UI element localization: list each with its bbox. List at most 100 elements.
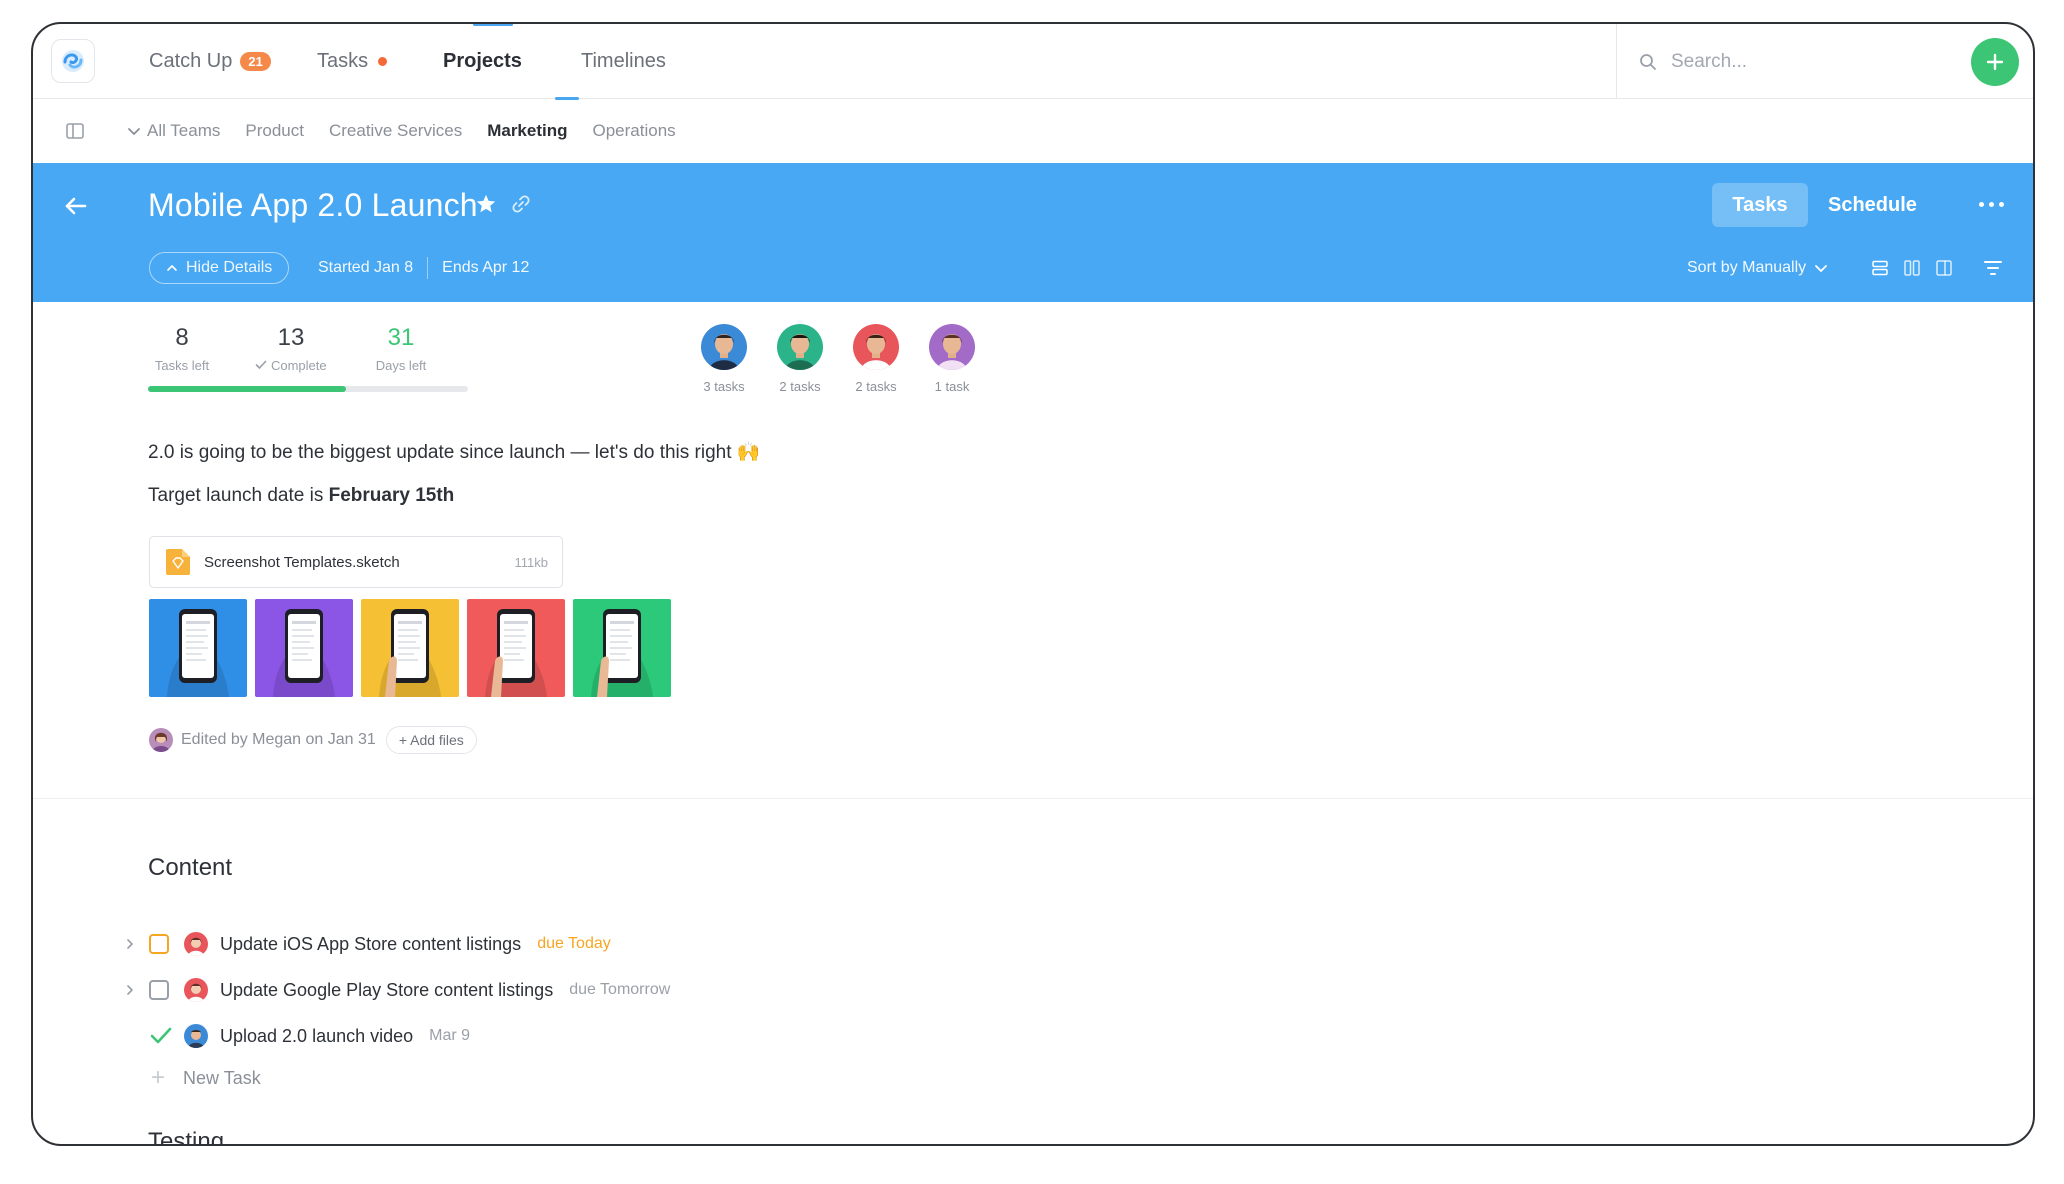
expand-chevron-icon[interactable] — [123, 983, 137, 997]
start-date: Started Jan 8 — [318, 259, 414, 276]
team-all-teams[interactable]: All Teams — [147, 121, 220, 141]
team-members: 3 tasks 2 tasks 2 tasks 1 task — [701, 324, 975, 394]
star-icon[interactable] — [475, 193, 497, 215]
date-separator — [427, 257, 429, 279]
chevron-down-icon — [1815, 265, 1828, 272]
tasks-left-value: 8 — [175, 324, 189, 351]
team-operations[interactable]: Operations — [593, 121, 676, 141]
member-task-count: 3 tasks — [703, 379, 745, 394]
tab-projects-label: Projects — [443, 50, 522, 72]
search-box[interactable]: Search... — [1616, 24, 1906, 99]
project-title: Mobile App 2.0 Launch — [148, 187, 478, 223]
sort-dropdown[interactable]: Sort by Manually — [1687, 252, 1828, 284]
task-checkbox[interactable] — [149, 980, 169, 1000]
tasks-left-label: Tasks left — [154, 358, 210, 373]
new-task-label: New Task — [183, 1067, 261, 1088]
team-filter-bar: All Teams Product Creative Services Mark… — [33, 99, 2033, 163]
complete-value: 13 — [277, 324, 305, 351]
task-row[interactable]: Upload 2.0 launch video Mar 9 — [123, 1016, 470, 1056]
board-view-icon[interactable] — [1903, 259, 1921, 277]
image-thumbnail[interactable] — [255, 599, 353, 697]
hide-details-label: Hide Details — [186, 259, 273, 276]
link-icon[interactable] — [511, 194, 531, 214]
attachment-size: 111kb — [514, 554, 549, 570]
list-view-icon[interactable] — [1871, 259, 1889, 277]
days-left-value: 31 — [387, 324, 415, 351]
target-date-prefix: Target launch date is — [148, 485, 329, 506]
progress-fill — [148, 386, 347, 392]
target-date: February 15th — [328, 485, 455, 506]
avatar — [929, 324, 975, 370]
team-creative-services[interactable]: Creative Services — [329, 121, 462, 141]
image-thumbnail[interactable] — [573, 599, 671, 697]
end-date: Ends Apr 12 — [442, 259, 530, 276]
chevron-down-icon[interactable] — [127, 124, 141, 138]
expand-chevron-icon[interactable] — [123, 937, 137, 951]
more-options-icon[interactable] — [1979, 202, 2004, 207]
back-arrow-icon[interactable] — [63, 193, 89, 219]
task-row[interactable]: Update Google Play Store content listing… — [123, 970, 670, 1010]
search-icon — [1640, 53, 1656, 70]
attachment-name: Screenshot Templates.sketch — [204, 553, 400, 571]
hide-details-button[interactable]: Hide Details — [149, 252, 290, 284]
image-thumbnails — [149, 599, 671, 697]
completed-check-icon[interactable] — [149, 1026, 173, 1046]
stat-days-left: 31 Days left — [341, 324, 461, 373]
app-logo[interactable] — [51, 39, 95, 83]
task-label: Upload 2.0 launch video — [220, 1025, 414, 1046]
tab-catch-up[interactable]: Catch Up 21 — [149, 24, 271, 99]
team-list: All Teams Product Creative Services Mark… — [127, 99, 701, 163]
search-placeholder: Search... — [1671, 50, 1748, 72]
avatar — [777, 324, 823, 370]
sidebar-toggle-icon[interactable] — [65, 121, 85, 141]
image-thumbnail[interactable] — [149, 599, 247, 697]
member[interactable]: 1 task — [929, 324, 975, 394]
split-view-icon[interactable] — [1935, 259, 1953, 277]
task-checkbox[interactable] — [149, 934, 169, 954]
chevron-up-icon — [167, 265, 177, 271]
complete-label: Complete — [270, 358, 327, 373]
logo-icon — [62, 50, 84, 72]
edited-info: Edited by Megan on Jan 31 + Add files — [149, 726, 477, 754]
top-navigation: Catch Up 21 Tasks Projects Timelines Sea… — [33, 24, 2033, 100]
member[interactable]: 2 tasks — [853, 324, 899, 394]
view-tasks-button[interactable]: Tasks — [1712, 183, 1808, 227]
avatar — [853, 324, 899, 370]
editor-avatar — [149, 728, 173, 752]
task-row[interactable]: Update iOS App Store content listings du… — [123, 924, 611, 964]
tab-catch-up-label: Catch Up — [149, 50, 233, 72]
sort-label: Sort by Manually — [1687, 259, 1807, 276]
member[interactable]: 3 tasks — [701, 324, 747, 394]
filter-icon[interactable] — [1983, 259, 2003, 277]
assignee-avatar — [184, 932, 208, 956]
tab-tasks-label: Tasks — [317, 50, 369, 72]
task-due: due Today — [537, 935, 611, 952]
add-files-button[interactable]: + Add files — [385, 726, 477, 754]
attachment-card[interactable]: Screenshot Templates.sketch 111kb — [149, 536, 563, 588]
section-title-testing: Testing — [148, 1128, 225, 1146]
tasks-notification-dot — [378, 57, 388, 66]
task-label: Update Google Play Store content listing… — [220, 979, 554, 1000]
image-thumbnail[interactable] — [467, 599, 565, 697]
project-dates: Started Jan 8 Ends Apr 12 — [318, 252, 529, 284]
assignee-avatar — [184, 1024, 208, 1048]
image-thumbnail[interactable] — [361, 599, 459, 697]
add-button[interactable] — [1971, 38, 2019, 86]
tab-timelines[interactable]: Timelines — [581, 24, 666, 99]
assignee-avatar — [184, 978, 208, 1002]
new-task-button[interactable]: + New Task — [151, 1064, 261, 1092]
tab-projects[interactable]: Projects — [443, 24, 579, 100]
project-description: 2.0 is going to be the biggest update si… — [148, 442, 761, 463]
member[interactable]: 2 tasks — [777, 324, 823, 394]
view-schedule-button[interactable]: Schedule — [1828, 183, 1917, 227]
stat-complete: 13 Complete — [231, 324, 351, 373]
tab-tasks[interactable]: Tasks — [317, 24, 388, 99]
team-product[interactable]: Product — [245, 121, 304, 141]
check-icon — [256, 360, 267, 369]
complete-label-wrap: Complete — [231, 358, 351, 373]
stat-tasks-left: 8 Tasks left — [122, 324, 242, 373]
member-task-count: 1 task — [934, 379, 970, 394]
team-marketing[interactable]: Marketing — [487, 121, 567, 141]
sketch-file-icon — [166, 549, 190, 575]
target-date-line: Target launch date is February 15th — [148, 485, 454, 507]
